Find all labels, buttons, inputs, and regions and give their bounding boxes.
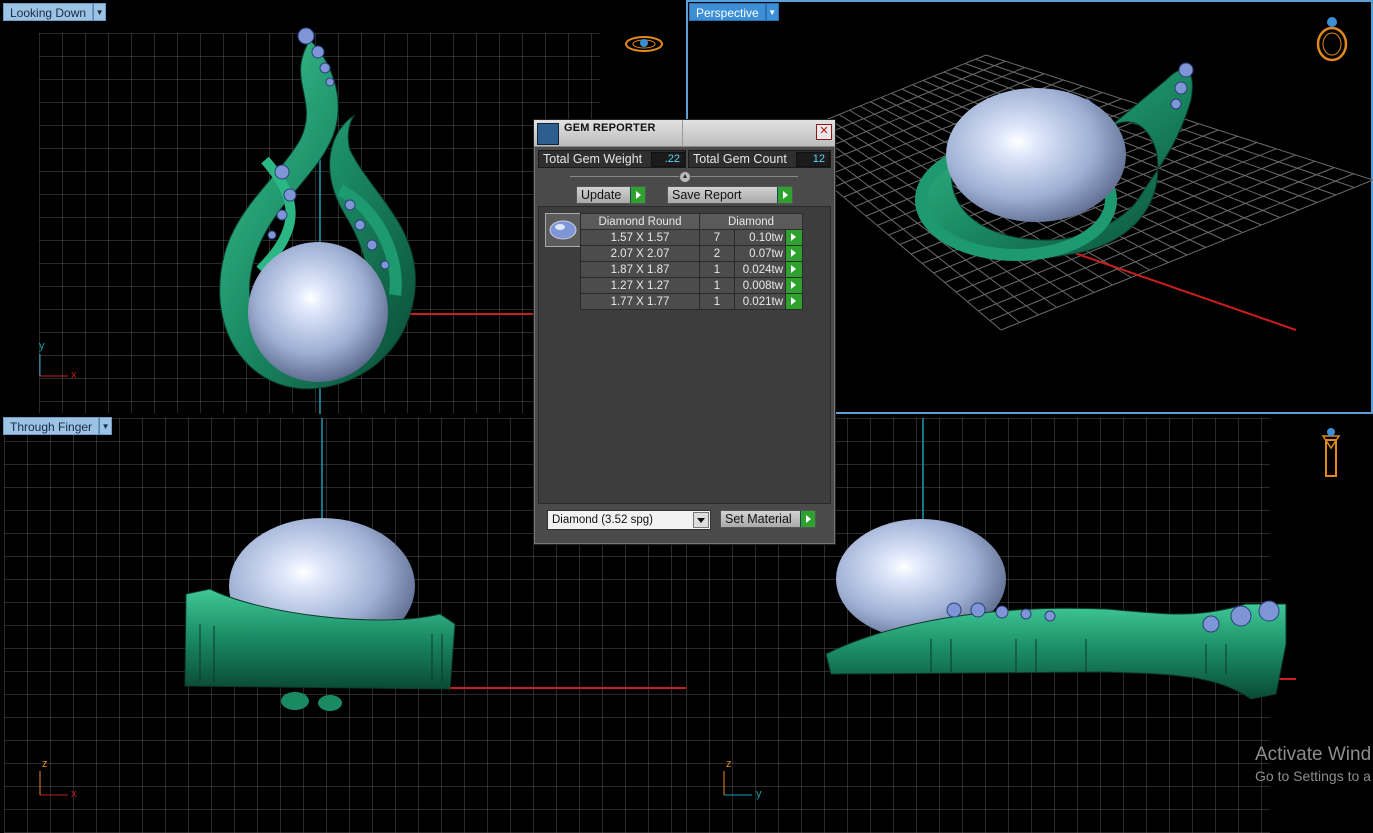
axis-x-label: x xyxy=(71,788,77,800)
activate-windows-watermark: Activate Wind Go to Settings to a xyxy=(1255,744,1371,784)
gem-count-cell: 2 xyxy=(699,245,735,262)
column-header-material: Diamond xyxy=(699,213,803,230)
total-gem-count-field: Total Gem Count 12 xyxy=(688,150,831,168)
viewport-title: Looking Down xyxy=(3,3,94,21)
save-report-button-label: Save Report xyxy=(672,188,742,202)
gem-size-cell: 1.77 X 1.77 xyxy=(580,293,700,310)
total-gem-count-label: Total Gem Count xyxy=(693,152,787,166)
total-gem-count-value: 12 xyxy=(796,152,830,167)
gem-size-cell: 1.27 X 1.27 xyxy=(580,277,700,294)
table-row[interactable]: 2.07 X 2.07 2 0.07tw xyxy=(580,245,803,262)
chevron-down-icon[interactable]: ▼ xyxy=(99,417,113,435)
column-header-shape: Diamond Round xyxy=(580,213,700,230)
axis-z-label: z xyxy=(726,758,732,770)
select-gem-arrow-icon[interactable] xyxy=(785,245,803,262)
viewport-label-through-finger[interactable]: Through Finger ▼ xyxy=(3,417,113,435)
gem-size-cell: 2.07 X 2.07 xyxy=(580,245,700,262)
material-select[interactable]: Diamond (3.52 spg) xyxy=(547,510,711,530)
axis-z-label: z xyxy=(42,758,48,770)
viewport-label-perspective[interactable]: Perspective ▼ xyxy=(689,3,779,21)
ring-view-icon[interactable] xyxy=(1312,14,1352,64)
play-arrow-icon xyxy=(630,187,645,203)
ring-view-icon[interactable] xyxy=(623,32,665,56)
close-icon[interactable]: ✕ xyxy=(816,124,832,140)
gem-weight-cell: 0.10tw xyxy=(734,229,786,246)
gem-size-cell: 1.57 X 1.57 xyxy=(580,229,700,246)
select-gem-arrow-icon[interactable] xyxy=(785,261,803,278)
play-arrow-icon xyxy=(777,187,792,203)
gem-size-cell: 1.87 X 1.87 xyxy=(580,261,700,278)
gem-list-panel: Diamond Round Diamond 1.57 X 1.57 7 0.10tw… xyxy=(538,206,831,504)
gem-table: Diamond Round Diamond 1.57 X 1.57 7 0.10tw… xyxy=(580,213,803,310)
gem-count-cell: 7 xyxy=(699,229,735,246)
select-gem-arrow-icon[interactable] xyxy=(785,229,803,246)
save-report-button[interactable]: Save Report xyxy=(667,186,793,204)
total-gem-weight-label: Total Gem Weight xyxy=(543,152,643,166)
watermark-line-2: Go to Settings to a xyxy=(1255,768,1371,784)
viewport-label-looking-down[interactable]: Looking Down ▼ xyxy=(3,3,107,21)
total-gem-weight-field: Total Gem Weight .22 xyxy=(538,150,686,168)
dialog-title: GEM REPORTER xyxy=(564,122,656,134)
table-row[interactable]: 1.77 X 1.77 1 0.021tw xyxy=(580,293,803,310)
table-row[interactable]: 1.57 X 1.57 7 0.10tw xyxy=(580,229,803,246)
gem-reporter-titlebar[interactable]: GEM REPORTER ✕ xyxy=(534,120,835,147)
titlebar-divider xyxy=(682,120,683,146)
watermark-line-1: Activate Wind xyxy=(1255,744,1372,765)
total-gem-weight-value: .22 xyxy=(651,152,685,167)
axis-y-label: y xyxy=(756,788,762,800)
gem-count-cell: 1 xyxy=(699,293,735,310)
ring-side-view-icon[interactable] xyxy=(1319,426,1343,480)
table-row[interactable]: 1.87 X 1.87 1 0.024tw xyxy=(580,261,803,278)
collapse-toggle-icon[interactable]: ▲ xyxy=(679,171,691,183)
select-gem-arrow-icon[interactable] xyxy=(785,293,803,310)
gem-reporter-dialog: GEM REPORTER ✕ Total Gem Weight .22 Tota… xyxy=(533,119,836,545)
update-button[interactable]: Update xyxy=(576,186,646,204)
select-gem-arrow-icon[interactable] xyxy=(785,277,803,294)
axis-y-label: y xyxy=(39,340,45,352)
gem-weight-cell: 0.07tw xyxy=(734,245,786,262)
chevron-down-icon[interactable] xyxy=(693,512,709,528)
gem-weight-cell: 0.024tw xyxy=(734,261,786,278)
chevron-down-icon[interactable]: ▼ xyxy=(93,3,107,21)
diamond-icon xyxy=(545,213,581,247)
viewport-title: Through Finger xyxy=(3,417,100,435)
update-button-label: Update xyxy=(581,188,622,202)
chevron-down-icon[interactable]: ▼ xyxy=(765,3,779,21)
viewport-title: Perspective xyxy=(689,3,766,21)
table-row[interactable]: 1.27 X 1.27 1 0.008tw xyxy=(580,277,803,294)
gem-count-cell: 1 xyxy=(699,277,735,294)
gem-reporter-app-icon xyxy=(537,123,559,145)
set-material-button-label: Set Material xyxy=(725,512,792,526)
gem-weight-cell: 0.021tw xyxy=(734,293,786,310)
gem-weight-cell: 0.008tw xyxy=(734,277,786,294)
gem-count-cell: 1 xyxy=(699,261,735,278)
play-arrow-icon xyxy=(800,511,815,527)
axis-x-label: x xyxy=(71,369,77,381)
material-select-value: Diamond (3.52 spg) xyxy=(552,514,653,526)
set-material-button[interactable]: Set Material xyxy=(720,510,816,528)
